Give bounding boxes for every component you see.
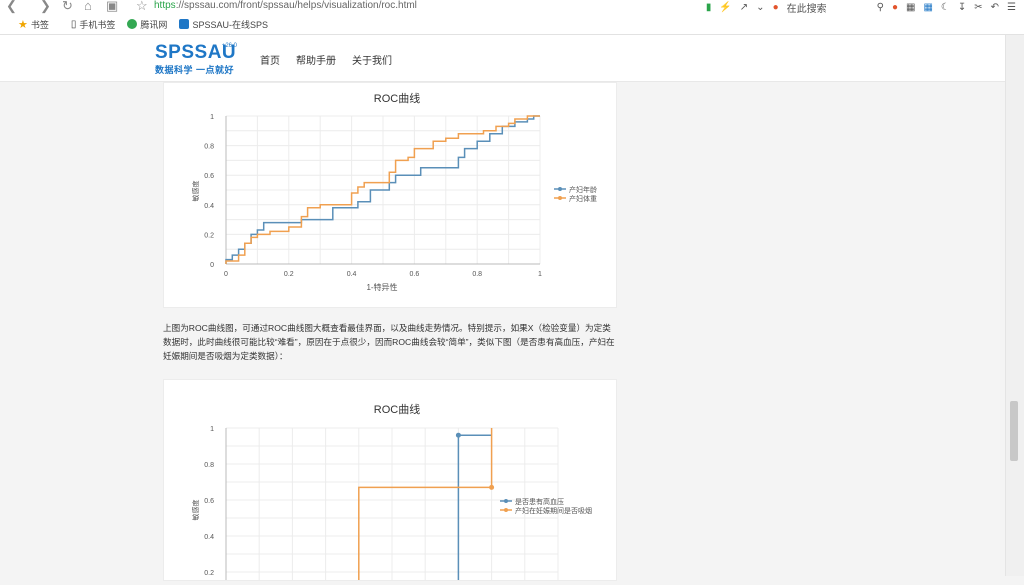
spssau-icon — [179, 19, 190, 29]
address-bar[interactable]: https://spssau.com/front/spssau/helps/vi… — [154, 0, 594, 12]
roc-chart-2: ROC曲线 敏感度 0.20.40.60.81 是否患有高血压 产妇在妊娠期间是… — [191, 402, 592, 585]
menu-icon[interactable]: ☰ — [1007, 2, 1016, 13]
bookmark-item[interactable]: 腾讯网 — [127, 18, 167, 31]
data-point — [455, 432, 461, 438]
legend-label: 是否患有高血压 — [515, 497, 564, 506]
roc-chart-1: ROC曲线 1-特异性 敏感度 0 0.2 0.4 0.6 0.8 1 0 0.2 0.4 0.6… — [191, 91, 597, 292]
chart-title: ROC曲线 — [374, 91, 420, 105]
flash-icon[interactable]: ⚡ — [719, 2, 731, 13]
x-tick-label: 0.4 — [347, 271, 357, 278]
logo-version: +26.0 — [221, 43, 237, 49]
nav-help[interactable]: 帮助手册 — [296, 52, 336, 67]
chart-title: ROC曲线 — [374, 402, 420, 416]
nav-home[interactable]: 首页 — [260, 52, 280, 67]
site-logo[interactable]: SPSSAU +26.0 数据科学 一点就好 — [155, 43, 237, 77]
search-icon[interactable]: ⚲ — [877, 2, 884, 13]
search-engine-icon[interactable]: ● — [773, 2, 779, 13]
legend-label: 产妇年龄 — [569, 185, 597, 194]
forward-icon[interactable]: ❯ — [40, 0, 51, 14]
grid-icon[interactable]: ▦ — [923, 2, 932, 13]
bookmark-item[interactable]: ▯ 手机书签 — [71, 18, 116, 31]
cut-icon[interactable]: ✂ — [974, 2, 982, 13]
site-header: SPSSAU +26.0 数据科学 一点就好 首页 帮助手册 关于我们 — [0, 35, 1006, 82]
x-tick-label: 1 — [538, 271, 542, 278]
legend-label: 产妇体重 — [569, 194, 597, 203]
description-paragraph: 上图为ROC曲线图，可通过ROC曲线图大概查看最佳界面，以及曲线走势情况。特别提… — [163, 323, 615, 361]
site-nav: 首页 帮助手册 关于我们 — [260, 52, 392, 67]
night-mode-icon[interactable]: ☾ — [941, 2, 950, 13]
y-axis-label: 敏感度 — [191, 500, 200, 521]
star-icon: ★ — [18, 18, 28, 31]
y-tick-label: 0 — [210, 262, 214, 269]
url-protocol: https — [154, 0, 176, 11]
legend-swatch — [504, 499, 508, 503]
browser-toolbar: ▮ ⚡ ↗ ⌄ ● 在此搜索 ⚲ ● ▦ ▦ ☾ ↧ ✂ ↶ ☰ — [706, 0, 1024, 15]
y-tick-label: 1 — [210, 114, 214, 121]
y-tick-label: 0.8 — [204, 462, 214, 469]
home-icon[interactable]: ⌂ — [84, 0, 92, 14]
page-scrollbar[interactable] — [1005, 35, 1024, 576]
favorite-star-icon[interactable]: ☆ — [136, 0, 148, 14]
y-tick-label: 0.4 — [204, 534, 214, 541]
bookmark-item[interactable]: SPSSAU-在线SPS — [179, 18, 268, 31]
legend-label: 产妇在妊娠期间是否吸烟 — [515, 506, 592, 515]
bookmarks-bar: ★ 书签 ▯ 手机书签 腾讯网 SPSSAU-在线SPS — [0, 15, 1024, 33]
x-axis-label: 1-特异性 — [366, 282, 397, 292]
chart-card-1: ROC曲线 1-特异性 敏感度 0 0.2 0.4 0.6 0.8 1 0 0.2 0.4 0.6… — [163, 82, 617, 308]
x-tick-label: 0 — [224, 271, 228, 278]
x-tick-label: 0.6 — [410, 271, 420, 278]
y-tick-label: 0.6 — [204, 173, 214, 180]
legend: 产妇年龄 产妇体重 — [554, 185, 597, 203]
phone-icon: ▯ — [70, 18, 77, 30]
legend-swatch — [504, 508, 508, 512]
share-icon[interactable]: ↗ — [740, 2, 748, 13]
undo-icon[interactable]: ↶ — [991, 2, 999, 13]
download-icon[interactable]: ↧ — [958, 2, 966, 13]
y-tick-label: 1 — [210, 426, 214, 433]
reload-icon[interactable]: ↻ — [62, 0, 73, 14]
data-point — [489, 484, 495, 490]
logo-slogan: 数据科学 一点就好 — [155, 65, 235, 75]
nav-about[interactable]: 关于我们 — [352, 52, 392, 67]
qr-code-icon[interactable]: ▦ — [906, 2, 915, 13]
tencent-icon — [127, 19, 138, 29]
y-tick-label: 0.4 — [204, 203, 214, 210]
y-tick-label: 0.2 — [204, 232, 214, 239]
dropdown-icon[interactable]: ⌄ — [756, 2, 764, 13]
scrollbar-thumb[interactable] — [1010, 401, 1018, 461]
x-tick-label: 0.2 — [284, 271, 294, 278]
legend-swatch — [558, 196, 562, 200]
y-tick-label: 0.8 — [204, 144, 214, 151]
back-icon[interactable]: ❮ — [6, 0, 17, 14]
browser-chrome: ❮ ❯ ↻ ⌂ ▣ ☆ https://spssau.com/front/sps… — [0, 0, 1024, 35]
y-axis-label: 敏感度 — [191, 181, 200, 202]
bookmark-item[interactable]: ★ 书签 — [18, 18, 49, 31]
game-icon[interactable]: ● — [892, 2, 898, 13]
x-tick-label: 0.8 — [472, 271, 482, 278]
search-box[interactable]: 在此搜索 — [787, 0, 869, 15]
chart-card-2: ROC曲线 敏感度 0.2 0.4 0.6 0.8 1 是否患有高血压 产妇在妊娠期间是… — [163, 379, 617, 585]
reader-icon[interactable]: ▣ — [106, 0, 118, 14]
reader-mode-icon[interactable]: ▮ — [706, 2, 712, 13]
legend-swatch — [558, 187, 562, 191]
url-text: ://spssau.com/front/spssau/helps/visuali… — [175, 0, 417, 11]
y-tick-label: 0.6 — [204, 498, 214, 505]
series-line — [457, 434, 492, 585]
